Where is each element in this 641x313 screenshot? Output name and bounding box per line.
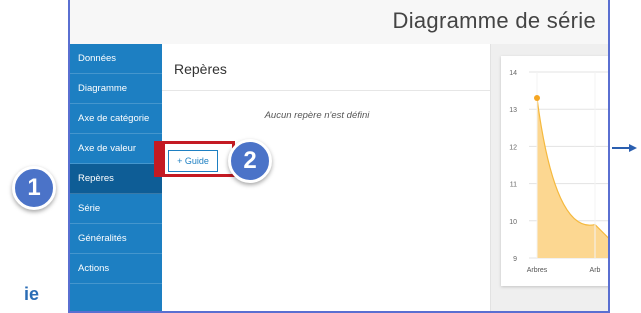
sidebar-item-label: Diagramme [78,83,128,94]
series-area [537,98,608,258]
data-point [534,95,540,102]
y-tick-label: 12 [509,144,517,151]
sidebar-item-donnees[interactable]: Données [70,44,162,74]
y-tick-label: 13 [509,107,517,114]
title-bar: Diagramme de série [70,0,608,45]
y-tick-label: 9 [513,256,517,263]
sidebar: Données Diagramme Axe de catégorie Axe d… [70,44,162,311]
window-title: Diagramme de série [392,8,596,33]
settings-panel: Repères Aucun repère n'est défini + Guid… [162,44,491,311]
divider [162,90,490,91]
chart-preview-card: 14 13 12 11 10 9 Arbres Arb [501,56,608,286]
sidebar-item-label: Actions [78,263,110,274]
x-tick-label: Arbres [527,267,548,274]
panel-title: Repères [174,61,227,77]
partial-label-text: ie [24,284,40,304]
sidebar-item-serie[interactable]: Série [70,194,162,224]
sidebar-item-label: Axe de catégorie [78,113,150,124]
app-window: Diagramme de série Données Diagramme Axe… [68,0,610,313]
y-tick-label: 10 [509,219,517,226]
sidebar-item-actions[interactable]: Actions [70,254,162,284]
step-2-badge: 2 [228,139,272,183]
chart-preview-area: 14 13 12 11 10 9 Arbres Arb [491,44,608,311]
highlight-tab [157,144,165,174]
sidebar-item-label: Généralités [78,233,127,244]
sidebar-item-axe-categorie[interactable]: Axe de catégorie [70,104,162,134]
empty-guides-message: Aucun repère n'est défini [264,110,370,121]
area-chart: 14 13 12 11 10 9 Arbres Arb [509,70,608,274]
sidebar-item-reperes[interactable]: Repères [70,164,162,194]
step-1-badge: 1 [12,166,56,210]
x-tick-label: Arb [590,267,601,274]
sidebar-item-label: Données [78,53,117,64]
sidebar-item-generalites[interactable]: Généralités [70,224,162,254]
sidebar-item-label: Série [78,203,101,214]
sidebar-item-axe-valeur[interactable]: Axe de valeur [70,134,162,164]
sidebar-item-label: Repères [78,173,114,184]
y-tick-label: 14 [509,70,517,77]
y-tick-label: 11 [510,182,517,189]
arrow-right-icon [629,144,637,152]
highlight-box [154,141,235,177]
sidebar-item-diagramme[interactable]: Diagramme [70,74,162,104]
sidebar-item-label: Axe de valeur [78,143,137,154]
